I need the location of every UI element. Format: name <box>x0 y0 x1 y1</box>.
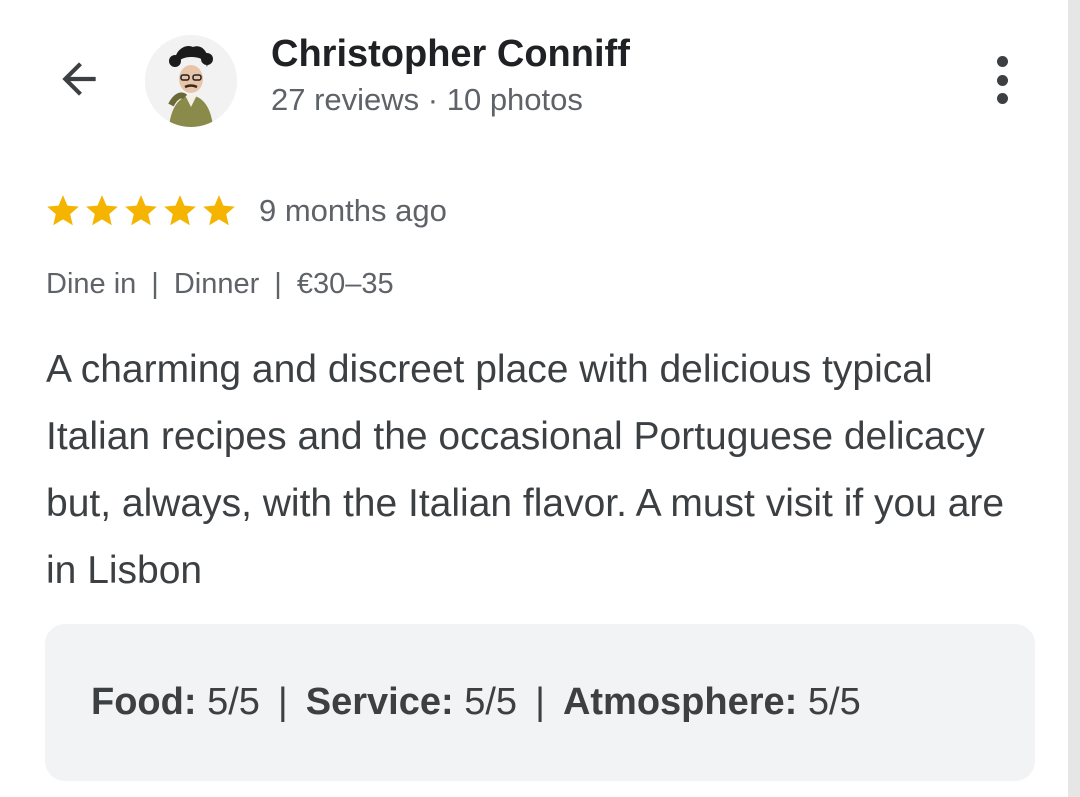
star-icon <box>86 195 118 226</box>
arrow-back-icon <box>62 62 96 96</box>
rating-separator: | <box>535 681 545 723</box>
price-range: €30–35 <box>296 268 394 300</box>
review-date: 9 months ago <box>259 193 447 228</box>
star-icon <box>47 195 79 226</box>
star-icon <box>203 195 235 226</box>
food-rating-value: 5/5 <box>207 681 260 723</box>
user-photo-icon <box>145 35 237 127</box>
aspect-ratings-box: Food: 5/5 | Service: 5/5 | Atmosphere: 5… <box>45 624 1035 781</box>
star-icon <box>125 195 157 226</box>
review-meta: Dine in | Dinner | €30–35 <box>46 268 394 301</box>
meal-type: Dinner <box>173 268 260 300</box>
more-vert-icon-dot <box>996 56 1008 67</box>
review-text: A charming and discreet place with delic… <box>46 348 1005 592</box>
reviewer-stats: 27 reviews · 10 photos <box>271 82 583 117</box>
rating-separator: | <box>277 681 288 723</box>
service-type: Dine in <box>46 268 137 300</box>
more-vert-icon-dot <box>996 93 1008 104</box>
back-button[interactable] <box>48 48 110 110</box>
star-rating <box>44 192 239 230</box>
more-options-button[interactable] <box>980 52 1024 108</box>
atmosphere-rating-label: Atmosphere: <box>562 681 798 723</box>
reviewer-name[interactable]: Christopher Conniff <box>271 33 630 76</box>
service-rating-value: 5/5 <box>464 681 518 723</box>
review-detail-screen: Christopher Conniff 27 reviews · 10 phot… <box>0 0 1080 797</box>
avatar[interactable] <box>145 35 237 127</box>
rating-row: 9 months ago <box>44 190 447 232</box>
scrollbar[interactable] <box>1068 0 1080 797</box>
star-icon <box>164 195 196 226</box>
meta-separator: | <box>151 268 159 300</box>
atmosphere-rating-value: 5/5 <box>807 681 861 723</box>
meta-separator: | <box>274 268 282 300</box>
service-rating-label: Service: <box>305 681 454 723</box>
food-rating-label: Food: <box>91 681 197 723</box>
more-vert-icon-dot <box>996 74 1008 86</box>
